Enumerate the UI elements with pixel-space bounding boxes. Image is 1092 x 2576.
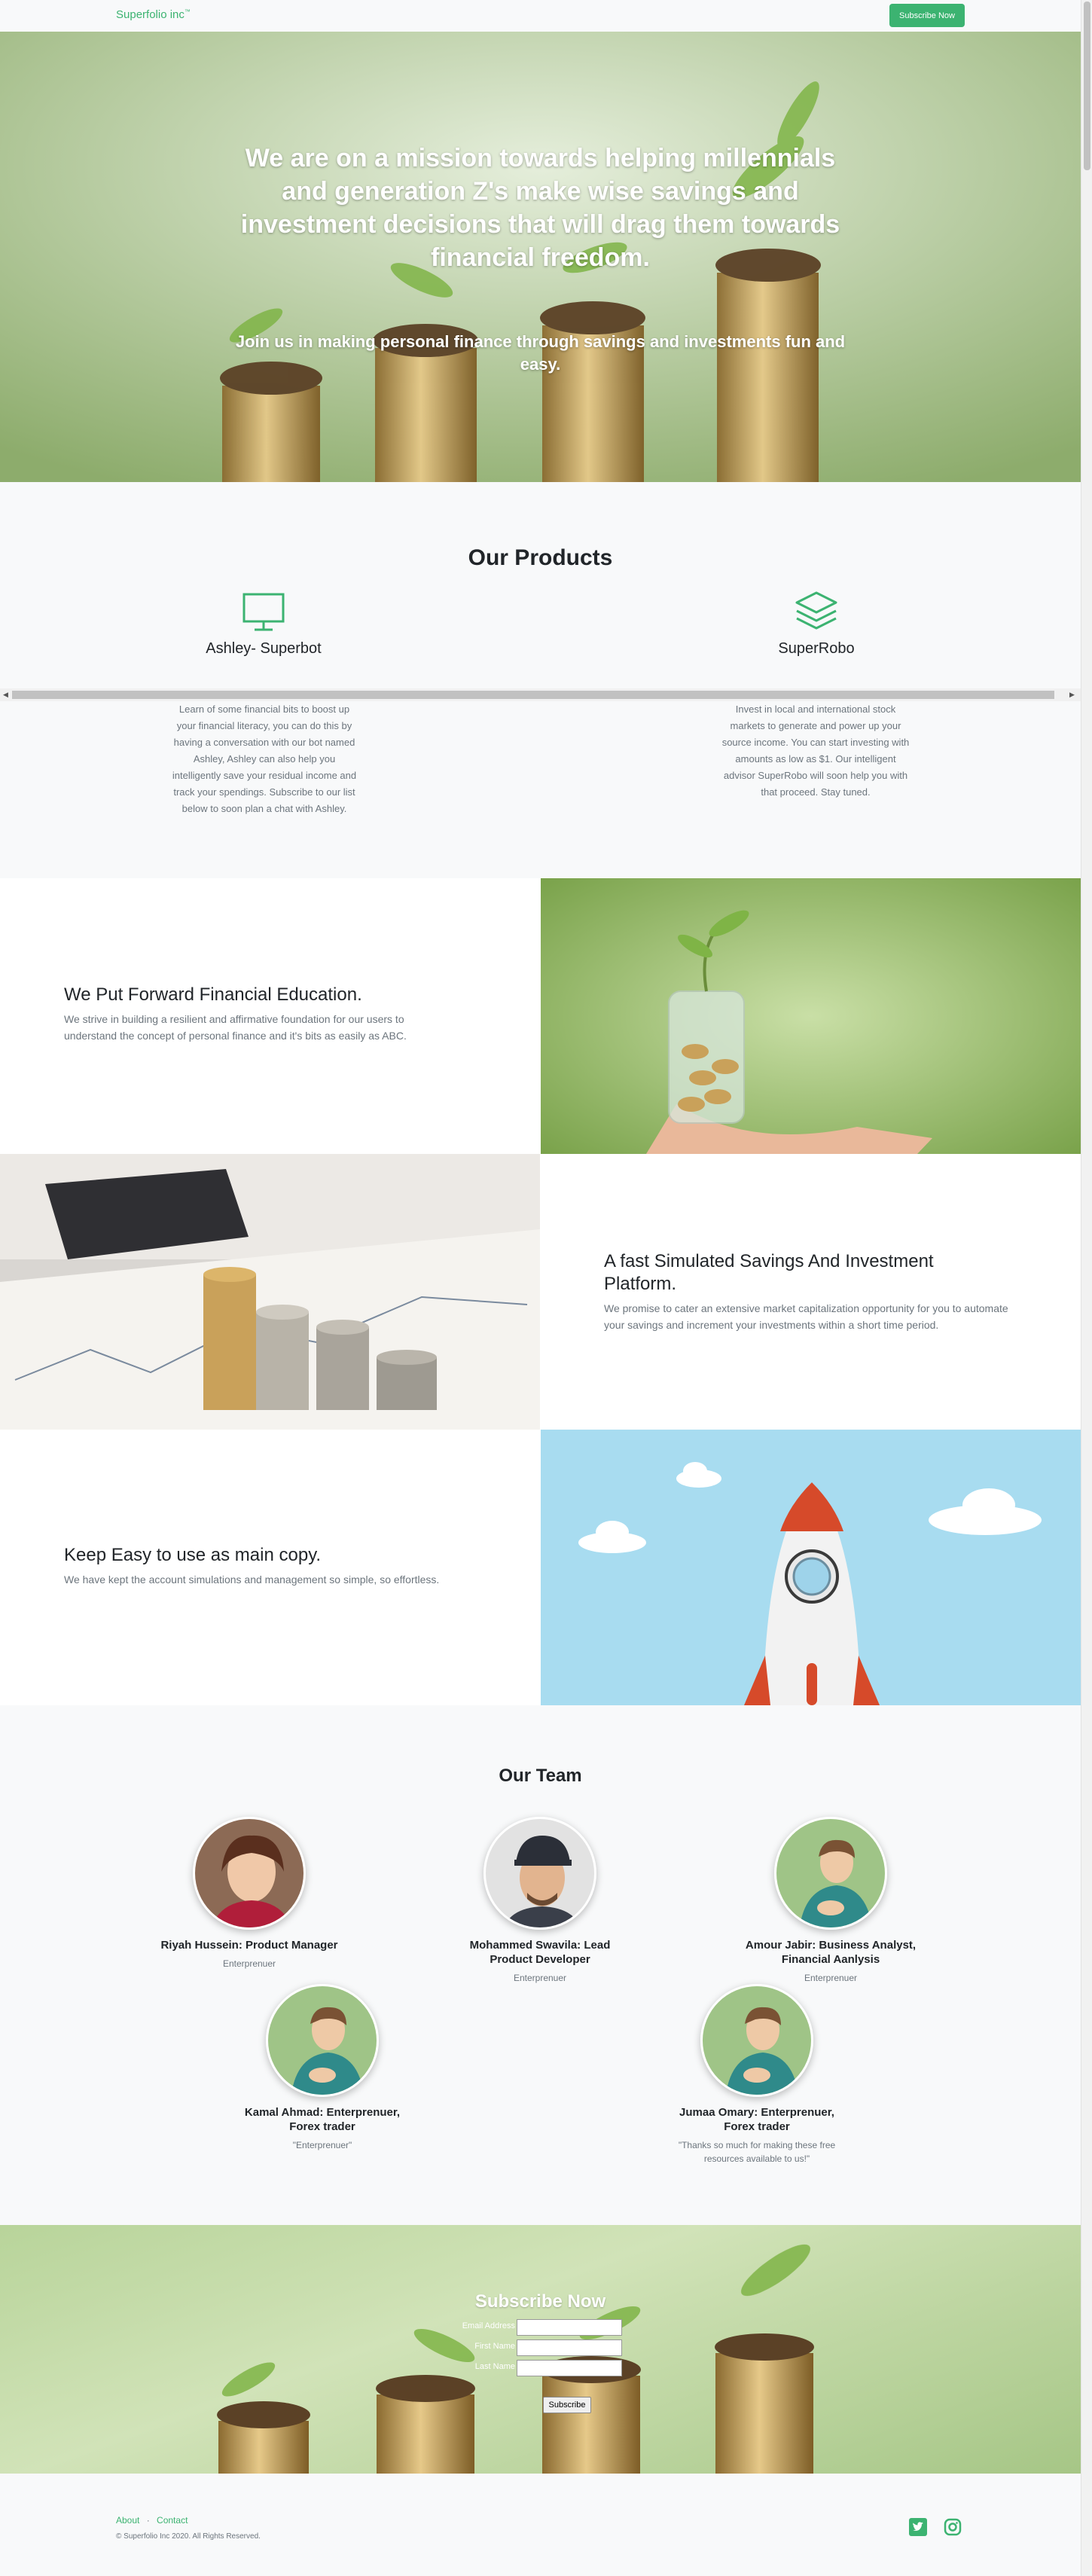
last-name-label: Last Name [474, 2362, 515, 2371]
member-role: "Enterprenuer" [292, 2140, 352, 2150]
page-content: Superfolio inc™ Subscribe Now We are on … [0, 0, 1081, 2576]
member-role: "Thanks so much for making these free re… [678, 2140, 836, 2164]
member-name: Amour Jabir: Business Analyst, Financial… [745, 1939, 917, 1966]
member-name: Jumaa Omary: Enterprenuer, Forex trader [679, 2106, 834, 2133]
twitter-icon[interactable] [908, 2517, 928, 2537]
showcase-title: A fast Simulated Savings And Investment … [604, 1251, 934, 1294]
member-role: Enterprenuer [513, 1973, 567, 1983]
avatar [700, 1984, 813, 2097]
calculator-coins-image [0, 1154, 540, 1430]
team-section: Our Team Riyah Hussein: Product Manager … [0, 1705, 1081, 2225]
last-name-field[interactable] [517, 2360, 622, 2376]
product-text-superrobo: Invest in local and international stock … [721, 704, 910, 798]
avatar [266, 1984, 379, 2097]
scroll-left-icon[interactable]: ◀ [3, 691, 8, 699]
showcase-row-platform: A fast Simulated Savings And Investment … [0, 1154, 1081, 1430]
footer-separator: · [146, 2515, 150, 2526]
team-member-card: Amour Jabir: Business Analyst, Financial… [740, 1817, 921, 1985]
footer-links: About · Contact [116, 2515, 192, 2526]
subscribe-section: Subscribe Now Email Address First Name L… [0, 2225, 1081, 2474]
avatar [774, 1817, 887, 1930]
team-member-card: Kamal Ahmad: Enterprenuer, Forex trader … [232, 1984, 413, 2152]
member-role: Enterprenuer [222, 1958, 276, 1969]
email-label: Email Address [462, 2321, 515, 2330]
showcase-description: We have kept the account simulations and… [64, 1573, 440, 1586]
product-text-ashley: Learn of some financial bits to boost up… [172, 704, 357, 814]
product-title-ashley: Ashley- Superbot [206, 640, 322, 657]
footer-link-about[interactable]: About [116, 2515, 139, 2526]
member-role: Enterprenuer [804, 1973, 858, 1983]
hero-subtitle: Join us in making personal finance throu… [235, 332, 846, 374]
subscribe-heading: Subscribe Now [474, 2291, 606, 2312]
products-heading: Our Products [468, 545, 613, 570]
showcase-text-education: We Put Forward Financial Education. We s… [0, 878, 541, 1154]
subscribe-button[interactable]: Subscribe [543, 2397, 591, 2413]
member-name: Kamal Ahmad: Enterprenuer, Forex trader [244, 2106, 401, 2133]
instagram-icon[interactable] [943, 2517, 962, 2537]
hero-title: We are on a mission towards helping mill… [240, 144, 840, 272]
scroll-right-icon[interactable]: ▶ [1069, 691, 1075, 699]
showcase-row-easy: Keep Easy to use as main copy. We have k… [0, 1430, 1081, 1705]
showcase-title: Keep Easy to use as main copy. [64, 1545, 322, 1565]
team-member-card: Riyah Hussein: Product Manager Enterpren… [159, 1817, 340, 1970]
subscribe-now-button[interactable]: Subscribe Now [889, 4, 965, 27]
products-section: Our Products Ashley- Superbot SuperRobo … [0, 482, 1081, 878]
product-title-superrobo: SuperRobo [778, 640, 855, 657]
page-scrollbar-thumb[interactable] [1084, 2, 1090, 170]
showcase-description: We strive in building a resilient and af… [64, 1013, 407, 1042]
showcase-row-education: We Put Forward Financial Education. We s… [0, 878, 1081, 1154]
footer: About · Contact © Superfolio Inc 2020. A… [0, 2474, 1081, 2576]
avatar [483, 1817, 596, 1930]
showcase-text-platform: A fast Simulated Savings And Investment … [540, 1154, 1081, 1430]
email-field[interactable] [517, 2319, 622, 2336]
coin-jar-image [541, 878, 1081, 1154]
member-name: Riyah Hussein: Product Manager [160, 1939, 338, 1952]
avatar [193, 1817, 306, 1930]
layers-icon [795, 591, 837, 630]
rocket-image [541, 1430, 1081, 1705]
horizontal-scrollbar[interactable]: ◀ ▶ [0, 688, 1081, 701]
team-member-card: Mohammed Swavila: Lead Product Developer… [450, 1817, 630, 1985]
brand-name: Superfolio inc [116, 8, 185, 21]
brand-logo[interactable]: Superfolio inc™ [116, 8, 191, 21]
showcase-title: We Put Forward Financial Education. [64, 984, 362, 1005]
hero-section: We are on a mission towards helping mill… [0, 32, 1081, 482]
footer-link-contact[interactable]: Contact [157, 2515, 188, 2526]
showcase-text-easy: Keep Easy to use as main copy. We have k… [0, 1430, 541, 1705]
copyright-text: © Superfolio Inc 2020. All Rights Reserv… [116, 2532, 261, 2541]
brand-trademark: ™ [184, 8, 191, 15]
team-heading: Our Team [499, 1766, 582, 1786]
horizontal-scrollbar-thumb[interactable] [12, 691, 1054, 699]
first-name-label: First Name [474, 2342, 515, 2351]
desktop-icon [242, 593, 285, 631]
member-name: Mohammed Swavila: Lead Product Developer [469, 1939, 611, 1966]
page-scrollbar[interactable] [1081, 0, 1092, 2576]
showcase-description: We promise to cater an extensive market … [604, 1302, 1008, 1331]
navbar: Superfolio inc™ Subscribe Now [0, 0, 1081, 32]
team-member-card: Jumaa Omary: Enterprenuer, Forex trader … [666, 1984, 847, 2165]
first-name-field[interactable] [517, 2339, 622, 2356]
